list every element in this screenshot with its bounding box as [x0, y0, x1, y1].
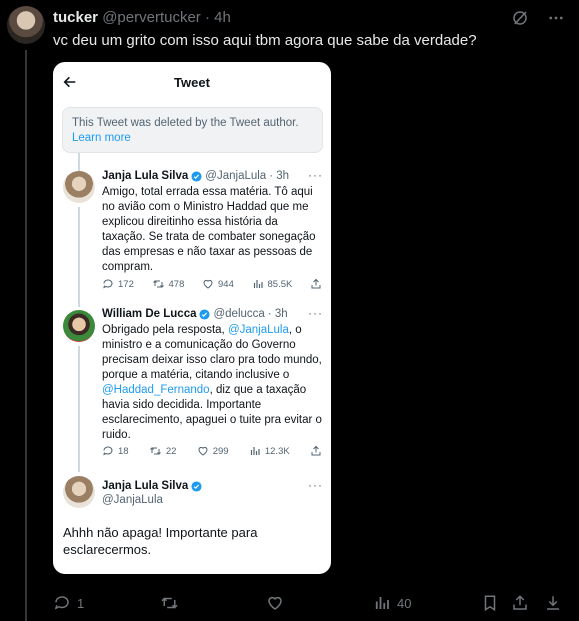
retweet-count: 22 [165, 445, 177, 457]
share-button[interactable] [511, 594, 529, 612]
views-icon [375, 597, 389, 609]
mention-link: @JanjaLula [227, 324, 289, 336]
views-button[interactable]: 40 [373, 594, 411, 612]
reply-icon [103, 446, 113, 456]
timestamp: · 3h [269, 170, 290, 182]
reply-count: 172 [118, 278, 134, 290]
reply-count: 18 [118, 445, 129, 457]
reply-actions: 18 22 299 12.3K [102, 445, 322, 457]
bookmark-icon [484, 595, 496, 612]
more-icon: ··· [308, 306, 323, 320]
timestamp: · 3h [267, 308, 288, 320]
reply-header: William De Lucca @delucca · 3h [102, 308, 288, 320]
card-title: Tweet [174, 75, 210, 90]
reply-actions: 172 478 944 85.5K [102, 278, 322, 290]
views-icon [250, 447, 260, 455]
tweet-text: vc deu um grito com isso aqui tbm agora … [53, 32, 477, 49]
retweet-icon [152, 280, 164, 288]
reply-button[interactable]: 1 [53, 594, 84, 612]
display-name: William De Lucca [102, 308, 197, 320]
share-icon [311, 278, 321, 289]
separator: · [204, 9, 210, 26]
deleted-text: This Tweet was deleted by the Tweet auth… [72, 117, 299, 129]
verified-badge-icon [191, 170, 202, 182]
thread-line [78, 346, 80, 472]
attached-image[interactable]: Tweet This Tweet was deleted by the Twee… [53, 62, 331, 574]
reply-text-part: Obrigado pela resposta, [102, 324, 228, 336]
avatar [63, 476, 95, 508]
thread-line [78, 207, 80, 307]
thread-line [78, 153, 80, 173]
retweet-icon [161, 597, 178, 609]
bookmark-button[interactable] [481, 594, 499, 612]
download-button[interactable] [544, 594, 562, 612]
retweet-button[interactable] [160, 594, 179, 612]
retweet-icon [150, 447, 161, 455]
handle: @delucca [213, 308, 265, 320]
retweet-count: 478 [168, 278, 185, 290]
tweet-actions: 1 40 [53, 594, 565, 614]
deleted-notice: This Tweet was deleted by the Tweet auth… [62, 107, 323, 153]
reply-icon [103, 279, 113, 289]
like-icon [203, 279, 213, 289]
reply-text: Ahhh não apaga! Importante para esclarec… [63, 525, 258, 557]
verified-badge-icon [191, 480, 202, 492]
reply-header: Janja Lula Silva @JanjaLula · 3h [102, 170, 289, 182]
view-count: 85.5K [267, 278, 293, 290]
thread-line [25, 50, 27, 621]
card-header: Tweet [53, 62, 331, 102]
like-icon [198, 446, 208, 456]
reply-count: 1 [77, 595, 85, 611]
more-icon: ··· [308, 478, 323, 492]
display-name: Janja Lula Silva [102, 170, 189, 182]
timestamp[interactable]: 4h [214, 9, 231, 26]
handle[interactable]: @pervertucker [102, 9, 201, 26]
reply-icon [54, 596, 69, 610]
display-name: Janja Lula Silva [102, 480, 189, 492]
verified-badge-icon [199, 308, 211, 320]
reply-text: Amigo, total errada essa matéria. Tô aqu… [102, 186, 316, 273]
avatar[interactable] [7, 6, 45, 44]
share-icon [513, 595, 527, 610]
view-count: 12.3K [264, 445, 290, 457]
download-icon [547, 596, 559, 610]
like-button[interactable] [266, 594, 284, 612]
handle: @JanjaLula [205, 170, 267, 182]
like-icon [268, 596, 282, 610]
display-name[interactable]: tucker [53, 9, 98, 26]
share-icon [311, 445, 321, 456]
tweet-header: tucker @pervertucker · 4h [53, 9, 231, 26]
tweet-top-actions [511, 9, 565, 27]
more-icon: ··· [308, 168, 323, 182]
views-icon [253, 280, 263, 288]
reply-header: Janja Lula Silva [102, 480, 202, 492]
like-count: 299 [212, 445, 229, 457]
like-count: 944 [218, 278, 234, 290]
mention-link: @Haddad_Fernando [102, 384, 210, 396]
avatar [63, 310, 95, 342]
grok-icon[interactable] [511, 9, 529, 27]
avatar [63, 171, 95, 203]
view-count: 40 [397, 595, 412, 611]
learn-more-link: Learn more [72, 132, 131, 144]
handle: @JanjaLula [102, 494, 163, 506]
reply-text: Obrigado pela resposta, @JanjaLula, o mi… [102, 323, 324, 443]
more-icon[interactable] [547, 9, 565, 27]
